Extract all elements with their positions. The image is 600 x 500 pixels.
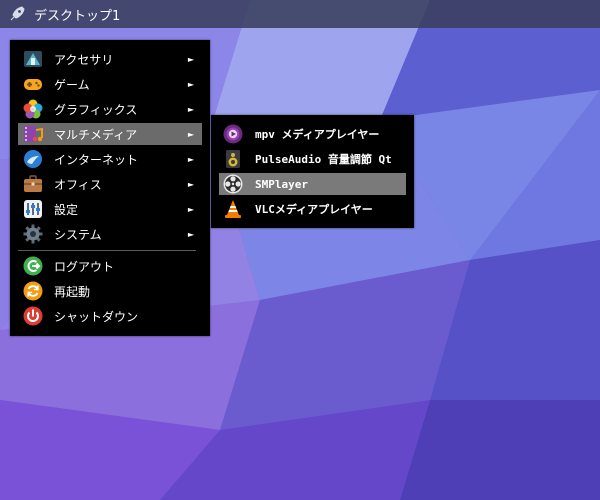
submenu-arrow-icon: ► <box>187 154 194 164</box>
submenu-item-label: VLCメディアプレイヤー <box>255 203 373 216</box>
menu-item-accessories[interactable]: アクセサリ ► <box>18 48 202 70</box>
menu-item-settings[interactable]: 設定 ► <box>18 198 202 220</box>
menu-item-logout[interactable]: ログアウト <box>18 255 202 277</box>
launcher-button[interactable] <box>0 0 34 28</box>
menu-item-label: シャットダウン <box>54 309 139 324</box>
menu-item-internet[interactable]: インターネット ► <box>18 148 202 170</box>
smplayer-reel-icon <box>223 174 243 194</box>
mpv-icon <box>223 124 243 144</box>
menu-item-system[interactable]: システム ► <box>18 223 202 245</box>
gamepad-icon <box>24 79 42 90</box>
menu-item-multimedia[interactable]: マルチメディア ► <box>18 123 202 145</box>
menu-item-office[interactable]: オフィス ► <box>18 173 202 195</box>
settings-icon <box>24 200 42 218</box>
menu-item-games[interactable]: ゲーム ► <box>18 73 202 95</box>
gear-icon <box>23 224 43 244</box>
menu-item-label: 設定 <box>54 202 79 217</box>
workspace-title: デスクトップ1 <box>34 8 121 24</box>
submenu-item-label: mpv メディアプレイヤー <box>255 128 380 141</box>
briefcase-icon <box>24 175 42 192</box>
submenu-item-pulseaudio[interactable]: PulseAudio 音量調節 Qt <box>219 148 406 170</box>
speaker-icon <box>226 150 240 168</box>
logout-icon <box>23 256 43 276</box>
submenu-arrow-icon: ► <box>187 179 194 189</box>
menu-item-restart[interactable]: 再起動 <box>18 280 202 302</box>
menu-item-label: オフィス <box>54 177 102 192</box>
menu-item-label: グラフィックス <box>54 102 138 117</box>
application-menu: アクセサリ ► ゲーム ► グラフィックス ► マルチメディア ► インターネッ… <box>10 40 210 336</box>
submenu-item-mpv[interactable]: mpv メディアプレイヤー <box>219 123 406 145</box>
menu-item-label: ログアウト <box>54 259 115 274</box>
menu-item-label: システム <box>54 227 102 242</box>
menu-item-label: 再起動 <box>54 284 91 299</box>
accessories-icon <box>24 51 42 67</box>
vlc-cone-icon <box>225 200 241 218</box>
submenu-item-vlc[interactable]: VLCメディアプレイヤー <box>219 198 406 220</box>
menu-item-label: インターネット <box>54 152 139 167</box>
submenu-arrow-icon: ► <box>187 204 194 214</box>
restart-icon <box>23 281 43 301</box>
submenu-arrow-icon: ► <box>187 129 194 139</box>
multimedia-submenu: mpv メディアプレイヤー PulseAudio 音量調節 Qt SMPlaye… <box>211 115 414 228</box>
menu-item-label: マルチメディア <box>54 127 138 142</box>
multimedia-icon <box>24 126 43 142</box>
menu-separator <box>18 250 196 251</box>
graphics-icon <box>23 99 43 119</box>
rocket-icon <box>10 6 25 21</box>
menu-item-graphics[interactable]: グラフィックス ► <box>18 98 202 120</box>
submenu-arrow-icon: ► <box>187 54 194 64</box>
submenu-arrow-icon: ► <box>187 79 194 89</box>
submenu-arrow-icon: ► <box>187 104 194 114</box>
submenu-arrow-icon: ► <box>187 229 194 239</box>
power-icon <box>23 306 43 326</box>
submenu-item-label: SMPlayer <box>255 177 308 191</box>
menu-item-shutdown[interactable]: シャットダウン <box>18 305 202 327</box>
submenu-item-smplayer[interactable]: SMPlayer <box>219 173 406 195</box>
submenu-item-label: PulseAudio 音量調節 Qt <box>255 153 392 166</box>
menu-item-label: ゲーム <box>54 77 90 92</box>
top-panel: デスクトップ1 <box>0 0 600 28</box>
internet-icon <box>24 150 42 168</box>
menu-item-label: アクセサリ <box>54 52 114 67</box>
